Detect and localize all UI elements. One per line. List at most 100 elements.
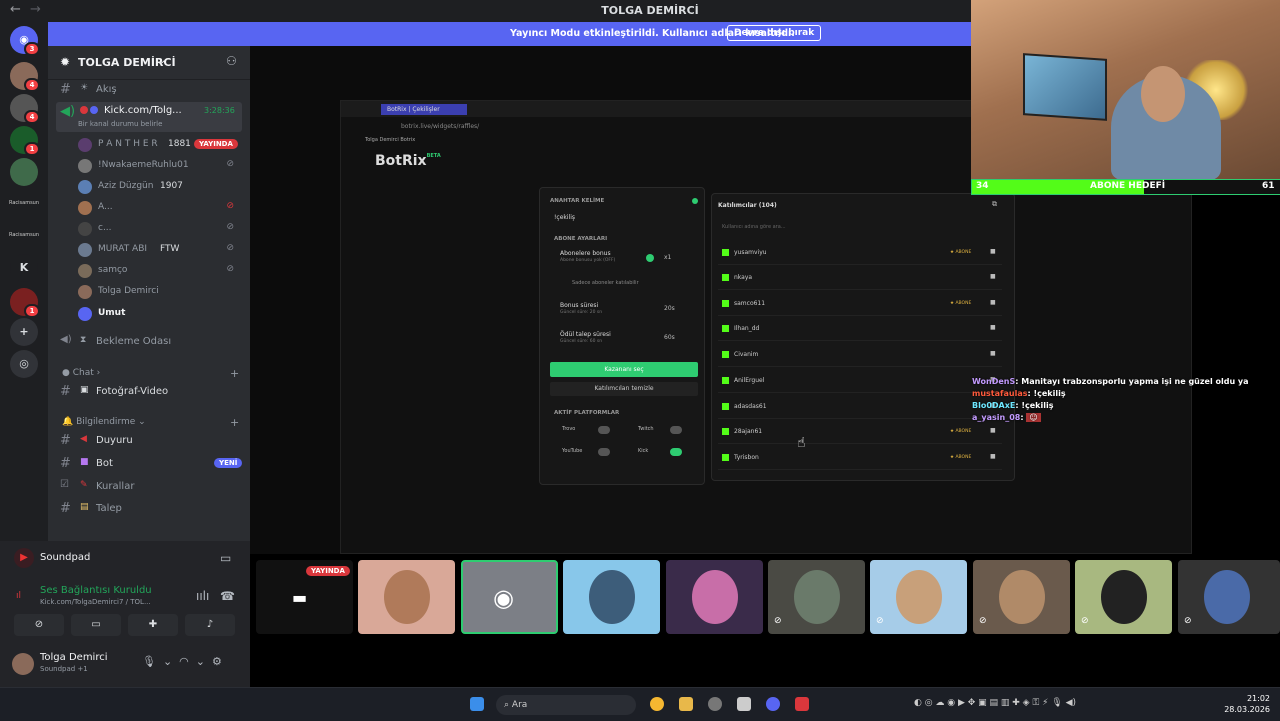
soundpad-icon[interactable] <box>795 697 809 711</box>
kick-icon <box>722 274 729 281</box>
mic-headset-settings-controls[interactable]: 🎙⌄◠⌄⚙ <box>142 655 229 668</box>
voice-user[interactable]: samço ⊘ <box>76 261 242 281</box>
server-header[interactable]: ✹ TOLGA DEMİRCİ ⌄ ⚇ <box>48 46 250 80</box>
taskbar-search[interactable]: ⌕ Ara <box>496 695 636 715</box>
user-tile[interactable]: ⊘ <box>973 560 1070 634</box>
discover-icon[interactable]: ◎ <box>10 350 38 378</box>
soundpad-label[interactable]: Soundpad <box>40 552 90 563</box>
noise-icon[interactable]: ıılı <box>196 589 209 603</box>
pick-winner-button[interactable]: Kazananı seç <box>550 362 698 377</box>
voice-connected[interactable]: Ses Bağlantısı Kuruldu <box>40 585 152 596</box>
claim-time-select[interactable]: 60s <box>664 334 675 341</box>
trash-icon[interactable]: ■ <box>990 350 996 357</box>
emote-icon: ☺ <box>1026 413 1041 422</box>
screen-icon[interactable]: ▭ <box>220 551 231 565</box>
voice-user[interactable]: MURAT ABI FTW ⊘ <box>76 240 242 260</box>
browser-tab[interactable]: BotRix | Çekilişler <box>381 104 467 115</box>
twitch-toggle[interactable] <box>670 426 682 434</box>
stream-tile[interactable]: YAYINDA ▬ <box>256 560 353 634</box>
voice-user[interactable]: c... ⊘ <box>76 219 242 239</box>
trash-icon[interactable]: ■ <box>990 453 996 460</box>
user-tile[interactable] <box>666 560 763 634</box>
kick-toggle[interactable] <box>670 448 682 456</box>
voice-connected-channel[interactable]: Kick.com/TolgaDemirci7 / TOL... <box>40 598 151 606</box>
start-icon[interactable] <box>470 697 484 711</box>
activities-button[interactable]: ✚ <box>128 614 178 636</box>
invite-icon[interactable]: ⚇ <box>226 54 237 68</box>
trovo-toggle[interactable] <box>598 426 610 434</box>
user-tile[interactable]: ⊘ <box>768 560 865 634</box>
voice-user[interactable]: Aziz Düzgün 1907 <box>76 177 242 197</box>
keyword-input[interactable]: !çekiliş <box>554 214 575 221</box>
screen-share-button[interactable]: ▭ <box>71 614 121 636</box>
category-chat[interactable]: ● Chat › + <box>62 367 239 380</box>
avatar[interactable] <box>12 653 34 675</box>
webcam-view <box>971 0 1280 180</box>
add-channel-icon[interactable]: + <box>230 416 239 429</box>
voice-channel-active[interactable]: ◀) Kick.com/Tolg... 3:28:36 Bir kanal du… <box>56 102 242 132</box>
channel-talep[interactable]: # ▤ Talep <box>56 499 242 519</box>
channel-bekleme-odasi[interactable]: ◀) ⧗ Bekleme Odası <box>56 332 242 352</box>
app-icon[interactable] <box>737 697 751 711</box>
channel-sidebar: ✹ TOLGA DEMİRCİ ⌄ ⚇ # ☀ Akış ◀) Kick.com/T… <box>48 46 250 541</box>
discord-icon[interactable] <box>766 697 780 711</box>
only-subs-checkbox[interactable]: Sadece aboneler katılabilir <box>572 280 639 286</box>
camera-icon: ▣ <box>80 385 89 395</box>
folder-icon[interactable] <box>679 697 693 711</box>
participant-search[interactable]: Kullanıcı adına göre ara... <box>722 224 786 230</box>
voice-user[interactable]: A... ⊘ <box>76 198 242 218</box>
clear-participants-button[interactable]: Katılımcıları temizle <box>550 382 698 396</box>
server-label[interactable]: Racisamsun <box>2 200 46 206</box>
add-channel-icon[interactable]: + <box>230 367 239 380</box>
trash-icon[interactable]: ■ <box>990 273 996 280</box>
camera-off-button[interactable]: ⊘ <box>14 614 64 636</box>
server-icon[interactable] <box>10 158 38 186</box>
channel-fotograf-video[interactable]: # ▣ Fotoğraf-Video <box>56 382 242 402</box>
voice-user[interactable]: Tolga Demirci <box>76 282 242 302</box>
popout-icon[interactable]: ⧉ <box>992 200 997 209</box>
user-tile[interactable]: ⊘ <box>1178 560 1280 634</box>
channel-kurallar[interactable]: ☑ ✎ Kurallar <box>56 477 242 497</box>
channel-akis[interactable]: # ☀ Akış <box>56 80 242 100</box>
tray-icons[interactable]: ◐ ◎ ☁ ◉ ▶ ✥ ▣ ▤ ▥ ✚ ◈ ⚿ ⚡ 🎙 ◀) <box>914 698 1076 708</box>
user-tile[interactable]: ⊘ <box>1075 560 1172 634</box>
discord-home-icon[interactable]: ◉ 3 <box>10 26 40 56</box>
bonus-time-select[interactable]: 20s <box>664 305 675 312</box>
participants-card: Katılımcılar (104) ⧉ Kullanıcı adına gör… <box>711 193 1015 481</box>
monitor-icon: ▬ <box>292 588 308 607</box>
chrome-icon[interactable] <box>650 697 664 711</box>
voice-status[interactable]: Bir kanal durumu belirle <box>78 120 162 128</box>
server-label[interactable]: Racisamsun <box>2 232 46 238</box>
channel-duyuru[interactable]: # ◀ Duyuru <box>56 431 242 451</box>
add-server-icon[interactable]: + <box>10 318 38 346</box>
browser-url[interactable]: botrix.live/widgets/raffles/ <box>401 121 1051 133</box>
trash-icon[interactable]: ■ <box>990 324 996 331</box>
user-tile[interactable]: ⊘ <box>870 560 967 634</box>
category-bilgilendirme[interactable]: 🔔 Bilgilendirme ⌄ + <box>62 416 239 429</box>
disable-button[interactable]: Devre dışı bırak <box>727 25 822 41</box>
voice-user[interactable]: P A N T H E R 1881 YAYINDA <box>76 135 242 155</box>
trash-icon[interactable]: ■ <box>990 248 996 255</box>
app-icon[interactable] <box>708 697 722 711</box>
server-letter[interactable]: K <box>10 254 38 282</box>
disconnect-icon[interactable]: ☎ <box>220 589 235 603</box>
bonus-toggle[interactable] <box>646 254 654 262</box>
deafen-icon: ⊘ <box>226 222 234 232</box>
server-icon[interactable]: 1 <box>10 126 40 156</box>
multiplier-select[interactable]: x1 <box>664 254 671 261</box>
hourglass-icon: ⧗ <box>80 335 87 345</box>
youtube-toggle[interactable] <box>598 448 610 456</box>
soundboard-button[interactable]: ♪ <box>185 614 235 636</box>
voice-user[interactable]: !NwakaemeRuhlu01 ⊘ <box>76 156 242 176</box>
trash-icon[interactable]: ■ <box>990 299 996 306</box>
user-tile[interactable]: ◉ <box>461 560 558 634</box>
user-tile[interactable] <box>358 560 455 634</box>
deafen-icon: ⊘ <box>226 264 234 274</box>
channel-bot[interactable]: # ■ Bot YENİ <box>56 454 243 474</box>
clock[interactable]: 21:02 28.03.2026 <box>1222 693 1270 715</box>
user-tile[interactable] <box>563 560 660 634</box>
voice-user[interactable]: Umut <box>76 304 242 324</box>
server-icon[interactable]: 4 <box>10 62 40 92</box>
server-icon[interactable]: 4 <box>10 94 40 124</box>
server-icon[interactable]: 1 <box>10 288 40 318</box>
